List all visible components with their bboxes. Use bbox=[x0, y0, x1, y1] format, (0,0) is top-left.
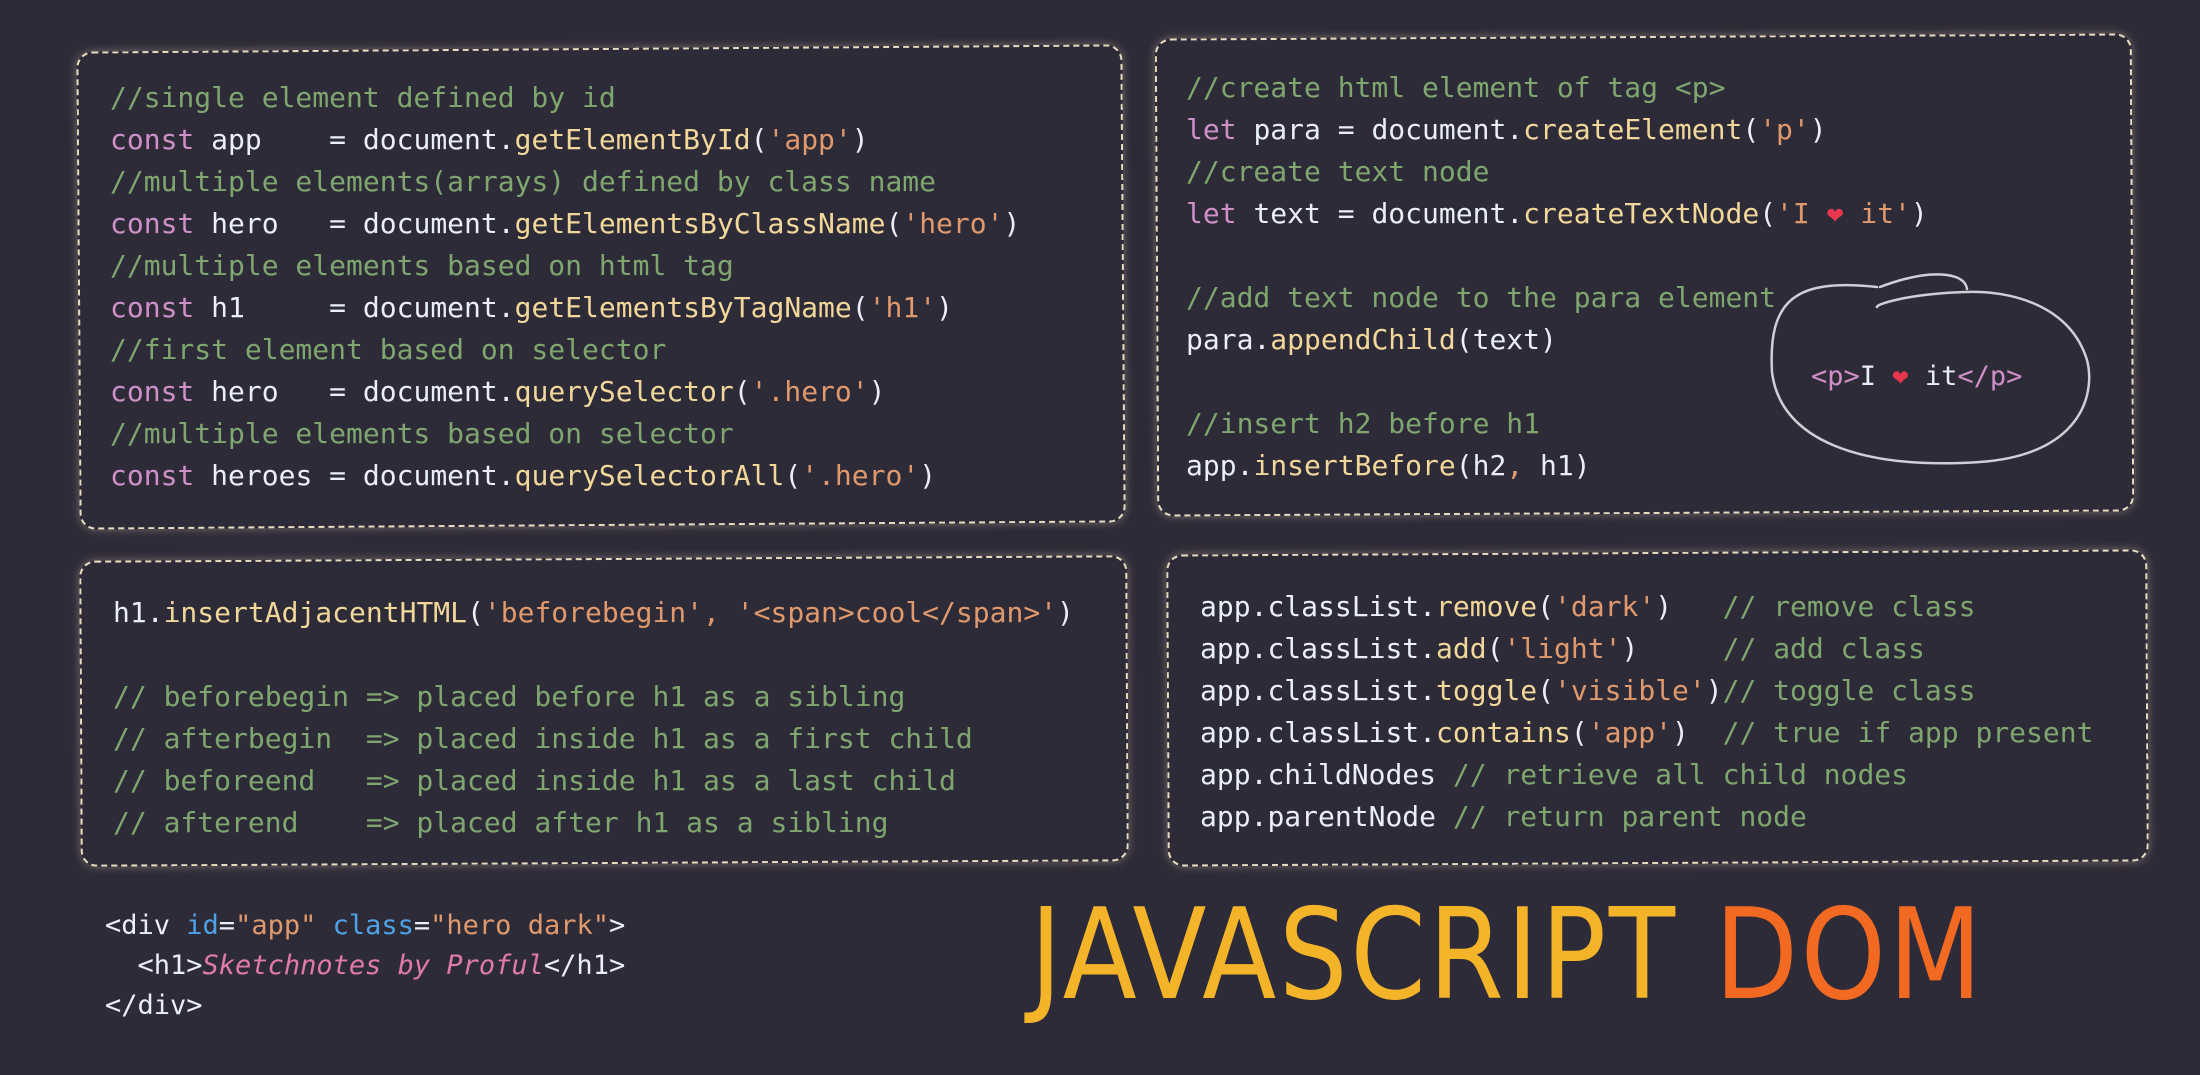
html-snippet-line: <div id="app" class="hero dark"> bbox=[105, 910, 626, 941]
code-line: const h1 = document.getElementsByTagName… bbox=[110, 291, 953, 324]
code-line: app.classList.contains('app') // true if… bbox=[1200, 716, 2094, 749]
code-line: const app = document.getElementById('app… bbox=[110, 123, 869, 156]
html-snippet-line: <h1>Sketchnotes by Proful</h1> bbox=[137, 950, 626, 981]
code-comment: //insert h2 before h1 bbox=[1186, 407, 1541, 440]
title-dom: DOM bbox=[1714, 881, 1985, 1028]
title-javascript: JAVASCRIPT bbox=[1030, 881, 1678, 1028]
result-bubble: <p>I ❤ it</p> bbox=[1811, 361, 2023, 392]
code-comment: //multiple elements based on html tag bbox=[110, 249, 734, 282]
heart-icon: ❤ bbox=[1826, 197, 1844, 230]
code-line: app.classList.remove('dark') // remove c… bbox=[1200, 590, 1976, 623]
code-comment: //create html element of tag <p> bbox=[1186, 71, 1726, 104]
code-line: const heroes = document.querySelectorAll… bbox=[110, 459, 937, 492]
code-comment: // afterbegin => placed inside h1 as a f… bbox=[113, 722, 973, 755]
code-comment: // beforebegin => placed before h1 as a … bbox=[113, 680, 906, 713]
code-comment: //multiple elements(arrays) defined by c… bbox=[110, 165, 937, 198]
code-line: app.insertBefore(h2, h1) bbox=[1186, 449, 1591, 482]
code-line: app.childNodes // retrieve all child nod… bbox=[1200, 758, 1909, 791]
html-snippet-line: </div> bbox=[105, 990, 203, 1021]
code-line: const hero = document.querySelector('.he… bbox=[110, 375, 886, 408]
page-title: JAVASCRIPT DOM bbox=[1030, 880, 1985, 1030]
code-line: app.classList.add('light') // add class bbox=[1200, 632, 1925, 665]
code-comment: //single element defined by id bbox=[110, 81, 616, 114]
code-comment: //add text node to the para element bbox=[1186, 281, 1777, 314]
author-credit: Sketchnotes by Proful bbox=[202, 950, 544, 981]
code-line: let text = document.createTextNode('I ❤ … bbox=[1186, 197, 1928, 230]
code-comment: // beforeend => placed inside h1 as a la… bbox=[113, 764, 956, 797]
code-line: h1.insertAdjacentHTML('beforebegin', '<s… bbox=[113, 596, 1074, 629]
code-comment: //first element based on selector bbox=[110, 333, 667, 366]
code-line: let para = document.createElement('p') bbox=[1186, 113, 1827, 146]
code-comment: //create text node bbox=[1186, 155, 1490, 188]
code-line: app.parentNode // return parent node bbox=[1200, 800, 1807, 833]
code-comment: // afterend => placed after h1 as a sibl… bbox=[113, 806, 889, 839]
heart-icon: ❤ bbox=[1892, 361, 1909, 392]
code-line: app.classList.toggle('visible')// toggle… bbox=[1200, 674, 1976, 707]
code-line: const hero = document.getElementsByClass… bbox=[110, 207, 1021, 240]
code-line: para.appendChild(text) bbox=[1186, 323, 1557, 356]
code-comment: //multiple elements based on selector bbox=[110, 417, 734, 450]
